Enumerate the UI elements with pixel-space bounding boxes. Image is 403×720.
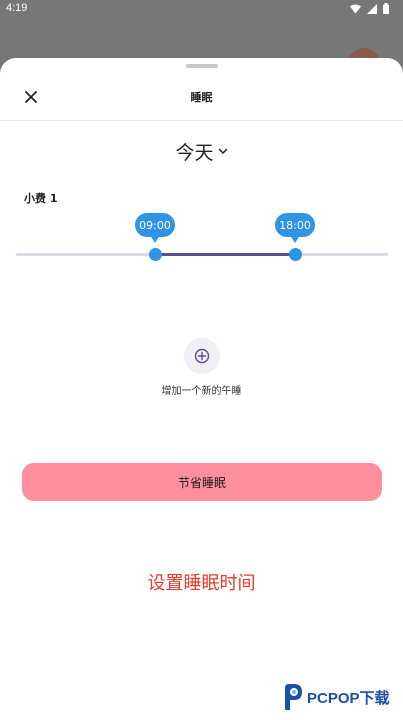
start-time-label: 09:00 — [139, 218, 171, 232]
slider-selected-range — [155, 253, 295, 256]
signal-icon — [367, 3, 377, 14]
start-time-tooltip: 09:00 — [135, 213, 175, 243]
save-sleep-button[interactable]: 节省睡眠 — [22, 463, 382, 501]
date-label: 今天 — [175, 142, 214, 164]
battery-icon — [383, 3, 389, 14]
add-nap-icon-circle[interactable] — [183, 338, 220, 374]
app-screen: 4:19 睡眠 今天 小费 1 09:00 18:00 增加一个新的午睡 节省睡… — [0, 0, 403, 720]
start-time-thumb[interactable] — [149, 248, 162, 261]
pcpop-logo-text: PCPOP下载 — [307, 689, 390, 707]
plus-circle-icon — [194, 348, 209, 364]
status-time: 4:19 — [6, 2, 28, 14]
pcpop-logo: PCPOP下载 — [280, 682, 390, 712]
wifi-icon — [350, 4, 361, 13]
chevron-down-icon — [218, 148, 227, 155]
add-nap-label: 增加一个新的午睡 — [161, 386, 242, 397]
date-selector[interactable]: 今天 — [0, 138, 403, 165]
status-icons — [350, 3, 389, 14]
drag-handle[interactable] — [186, 64, 218, 68]
end-time-thumb[interactable] — [289, 248, 302, 261]
pcpop-logo-mark-icon — [285, 684, 302, 710]
sleep-bottom-sheet: 睡眠 今天 小费 1 09:00 18:00 增加一个新的午睡 节省睡眠 设置睡… — [0, 58, 403, 720]
end-time-label: 18:00 — [279, 218, 311, 232]
sheet-title: 睡眠 — [190, 91, 213, 104]
end-time-tooltip: 18:00 — [275, 213, 315, 243]
status-bar: 4:19 — [0, 0, 403, 18]
caption-text: 设置睡眠时间 — [147, 573, 256, 594]
nap-time-slider[interactable]: 09:00 18:00 — [16, 208, 388, 278]
add-nap-button[interactable]: 增加一个新的午睡 — [0, 338, 403, 397]
nap-label: 小费 1 — [24, 192, 58, 205]
header-divider — [0, 120, 403, 121]
